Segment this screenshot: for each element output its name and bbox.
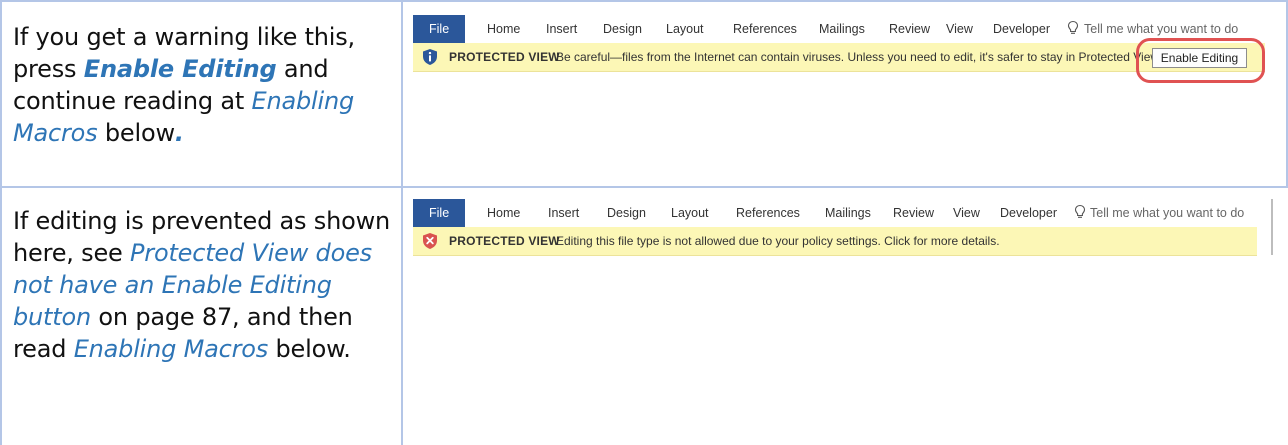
- warning-screenshot: File Home Insert Design Layout Reference…: [413, 15, 1271, 83]
- instruction-table: If you get a warning like this, press En…: [0, 0, 1288, 445]
- tab-view[interactable]: View: [946, 22, 973, 36]
- tell-me-search-2[interactable]: Tell me what you want to do: [1090, 206, 1244, 220]
- protected-view-bar-2[interactable]: PROTECTED VIEW Editing this file type is…: [413, 227, 1257, 256]
- tab-references[interactable]: References: [733, 22, 797, 36]
- enable-editing-link[interactable]: Enable Editing: [84, 55, 277, 83]
- protected-view-message: Be careful—files from the Internet can c…: [556, 50, 1162, 64]
- ribbon-tabs-2: File Home Insert Design Layout Reference…: [413, 199, 1273, 227]
- tab-review[interactable]: Review: [889, 22, 930, 36]
- table-row-divider: [0, 186, 1288, 188]
- table-border-middle: [401, 0, 403, 445]
- tab-home-2[interactable]: Home: [487, 206, 520, 220]
- tab-mailings-2[interactable]: Mailings: [825, 206, 871, 220]
- tab-file-2[interactable]: File: [413, 199, 465, 227]
- tab-home[interactable]: Home: [487, 22, 520, 36]
- tab-references-2[interactable]: References: [736, 206, 800, 220]
- tab-mailings[interactable]: Mailings: [819, 22, 865, 36]
- tab-insert-2[interactable]: Insert: [548, 206, 579, 220]
- lightbulb-icon: [1067, 20, 1079, 34]
- enabling-macros-link-2[interactable]: Enabling Macros: [74, 335, 269, 363]
- protected-view-title-2: PROTECTED VIEW: [449, 234, 560, 248]
- table-border-left: [0, 0, 2, 445]
- row2-text-3: below.: [268, 335, 351, 363]
- protected-view-title: PROTECTED VIEW: [449, 50, 560, 64]
- info-shield-icon: [423, 49, 437, 65]
- protected-view-message-2: Editing this file type is not allowed du…: [556, 234, 1000, 248]
- tab-file-label-2: File: [429, 206, 450, 220]
- row1-instruction: If you get a warning like this, press En…: [13, 21, 398, 149]
- lightbulb-icon-2: [1074, 204, 1086, 218]
- tab-view-2[interactable]: View: [953, 206, 980, 220]
- screenshot-edge: [1271, 199, 1273, 255]
- row1-text-3: below: [97, 119, 175, 147]
- tab-design-2[interactable]: Design: [607, 206, 646, 220]
- tab-developer[interactable]: Developer: [993, 22, 1050, 36]
- row2-instruction: If editing is prevented as shown here, s…: [13, 205, 398, 365]
- blocked-screenshot: File Home Insert Design Layout Reference…: [413, 199, 1273, 261]
- tab-insert[interactable]: Insert: [546, 22, 577, 36]
- tab-review-2[interactable]: Review: [893, 206, 934, 220]
- tab-developer-2[interactable]: Developer: [1000, 206, 1057, 220]
- tab-file[interactable]: File: [413, 15, 465, 43]
- tab-layout[interactable]: Layout: [666, 22, 704, 36]
- tab-layout-2[interactable]: Layout: [671, 206, 709, 220]
- table-border-top: [0, 0, 1288, 2]
- row1-period: .: [174, 119, 184, 147]
- highlight-circle: [1136, 38, 1265, 83]
- tell-me-search[interactable]: Tell me what you want to do: [1084, 22, 1238, 36]
- tab-design[interactable]: Design: [603, 22, 642, 36]
- tab-file-label: File: [429, 22, 450, 36]
- error-shield-icon: [423, 233, 437, 249]
